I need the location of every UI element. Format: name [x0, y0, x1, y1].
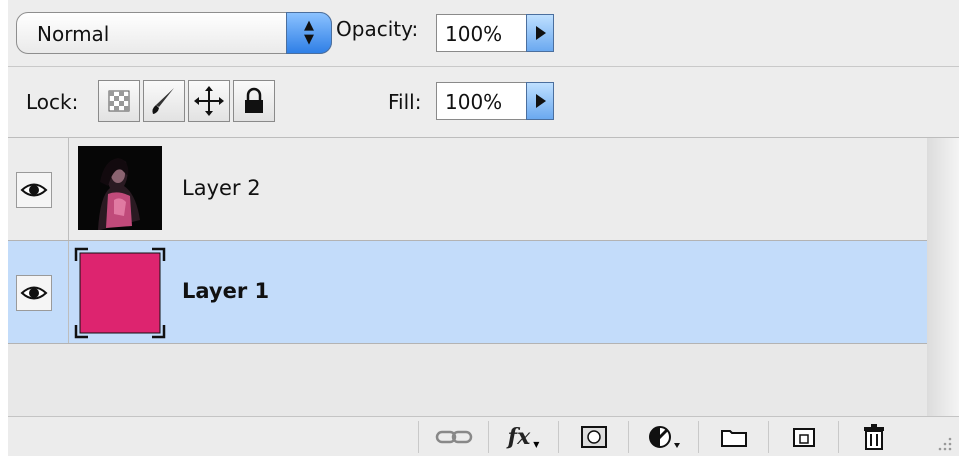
lock-fill-bar: Lock: Fill: 100% — [8, 67, 959, 138]
row-divider — [68, 138, 69, 240]
lock-image-pixels-icon — [152, 88, 174, 114]
resize-grip-icon[interactable] — [935, 434, 953, 452]
blend-mode-value: Normal — [37, 22, 110, 46]
adjustment-layer-icon — [648, 426, 680, 448]
adjustment-layer-button[interactable] — [628, 421, 698, 453]
lock-transparent-pixels-button[interactable] — [98, 80, 140, 122]
color-fill-thumbnail-icon — [74, 247, 166, 339]
layer-visibility-toggle[interactable] — [16, 275, 52, 311]
layer-visibility-toggle[interactable] — [16, 172, 52, 208]
layers-scrollbar[interactable] — [927, 138, 959, 416]
layers-bottom-toolbar: fx ▼ — [8, 416, 959, 456]
row-divider — [68, 241, 69, 343]
new-group-icon — [720, 430, 747, 447]
lock-all-button[interactable] — [233, 80, 275, 122]
opacity-label: Opacity: — [336, 17, 419, 41]
layer-thumbnail — [78, 146, 162, 230]
new-group-button[interactable] — [698, 421, 768, 453]
layer-thumbnail — [74, 247, 166, 339]
layer-name: Layer 1 — [182, 279, 270, 303]
fill-field[interactable]: 100% — [436, 82, 528, 120]
eye-icon — [20, 286, 48, 300]
fill-slider-arrow-icon[interactable] — [526, 82, 554, 120]
select-arrows-icon: ▲ ▼ — [286, 12, 332, 54]
photo-thumbnail-icon — [78, 146, 162, 230]
eye-icon — [20, 183, 48, 197]
lock-all-icon — [245, 87, 263, 113]
blend-mode-select[interactable]: Normal ▲ ▼ — [16, 12, 332, 54]
layer-style-button[interactable]: fx ▼ — [488, 421, 558, 453]
new-layer-button[interactable] — [768, 421, 838, 453]
layer-row-layer-1[interactable]: Layer 1 — [8, 241, 927, 344]
lock-image-pixels-button[interactable] — [143, 80, 185, 122]
trash-icon — [863, 424, 884, 450]
lock-transparent-pixels-icon — [108, 90, 130, 112]
layer-row-layer-2[interactable]: Layer 2 — [8, 138, 927, 241]
link-layers-button[interactable] — [418, 421, 488, 453]
dropdown-triangle-icon: ▼ — [533, 439, 540, 449]
delete-layer-button[interactable] — [838, 421, 908, 453]
link-layers-icon — [435, 430, 472, 444]
blend-opacity-bar: Normal ▲ ▼ Opacity: 100% — [8, 0, 959, 67]
new-layer-icon — [792, 428, 815, 447]
add-mask-button[interactable] — [558, 421, 628, 453]
layers-list: Layer 2 Layer 1 — [8, 138, 927, 416]
layers-panel: Normal ▲ ▼ Opacity: 100% Lock: Fill: 100… — [8, 0, 959, 456]
fill-label: Fill: — [388, 90, 422, 114]
opacity-slider-arrow-icon[interactable] — [526, 14, 554, 52]
lock-position-button[interactable] — [188, 80, 230, 122]
opacity-field[interactable]: 100% — [436, 14, 528, 52]
lock-label: Lock: — [26, 90, 79, 114]
layer-mask-icon — [580, 426, 607, 448]
fx-icon: fx — [507, 424, 531, 450]
layer-name: Layer 2 — [182, 176, 261, 200]
lock-position-icon — [194, 86, 224, 116]
